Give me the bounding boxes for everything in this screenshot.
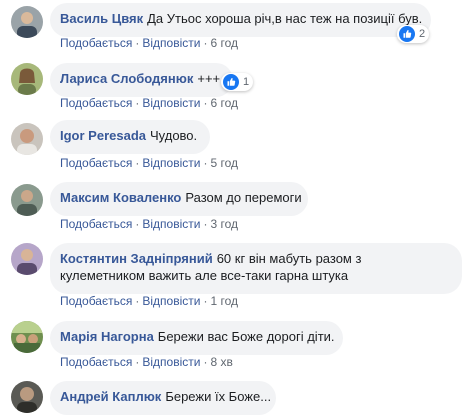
comment-timestamp[interactable]: 3 год [210,217,238,231]
separator-dot: · [203,36,208,50]
comment-timestamp[interactable]: 6 год [210,96,238,110]
separator-dot: · [135,96,140,110]
comment-text: Разом до перемоги [185,190,302,205]
like-link[interactable]: Подобається [60,36,132,50]
avatar[interactable] [11,321,43,353]
separator-dot: · [135,36,140,50]
comment-timestamp[interactable]: 8 хв [210,355,232,369]
like-link[interactable]: Подобається [60,217,132,231]
comment-author[interactable]: Костянтин Задніпряний [60,251,213,266]
comment-actions: Подобається · Відповісти · 3 год [60,217,238,231]
reply-link[interactable]: Відповісти [142,355,200,369]
comment-bubble: Андрей Каплюк Бережи їх Боже... [50,381,276,415]
separator-dot: · [135,355,140,369]
comment-author[interactable]: Максим Коваленко [60,190,181,205]
comment-text: Да Утьос хороша річ,в нас теж на позиції… [147,11,423,26]
comment-actions: Подобається · Відповісти · 6 год [60,36,238,50]
comment-actions: Подобається · Відповісти · 5 год [60,156,238,170]
avatar[interactable] [11,381,43,413]
comment-bubble: Костянтин Задніпряний 60 кг він мабуть ра… [50,243,462,294]
thumbs-up-icon [399,26,415,42]
reply-link[interactable]: Відповісти [142,156,200,170]
comment-author[interactable]: Марія Нагорна [60,329,154,344]
thumbs-up-icon [223,74,239,90]
reaction-count[interactable]: 1 [221,73,254,91]
comment-text: Чудово. [150,128,198,143]
comment-text: Бережи їх Боже... [165,389,272,404]
separator-dot: · [203,294,208,308]
avatar[interactable] [11,243,43,275]
separator-dot: · [203,156,208,170]
comment-bubble: Максим Коваленко Разом до перемоги [50,182,308,216]
comment-author[interactable]: Андрей Каплюк [60,389,161,404]
comment-author[interactable]: Igor Peresada [60,128,146,143]
reaction-count[interactable]: 2 [397,25,430,43]
comment-bubble: Марія Нагорна Бережи вас Боже дорогі діти… [50,321,343,355]
like-link[interactable]: Подобається [60,294,132,308]
like-link[interactable]: Подобається [60,156,132,170]
reply-link[interactable]: Відповісти [142,217,200,231]
comment-author[interactable]: Василь Цвяк [60,11,143,26]
reply-link[interactable]: Відповісти [142,96,200,110]
comment-timestamp[interactable]: 5 год [210,156,238,170]
comment-author[interactable]: Лариса Слободянюк [60,71,193,86]
comment-text: +++ [197,71,221,86]
like-link[interactable]: Подобається [60,355,132,369]
comment-actions: Подобається · Відповісти · 8 хв [60,355,233,369]
comment-bubble: Igor Peresada Чудово. [50,120,210,154]
comment-bubble: Лариса Слободянюк +++ [50,63,233,97]
reply-link[interactable]: Відповісти [142,294,200,308]
avatar[interactable] [11,123,43,155]
comment-timestamp[interactable]: 1 год [210,294,238,308]
separator-dot: · [203,217,208,231]
comment-timestamp[interactable]: 6 год [210,36,238,50]
avatar[interactable] [11,63,43,95]
comment-actions: Подобається · Відповісти · 1 год [60,294,238,308]
comment-text: Бережи вас Боже дорогі діти. [157,329,335,344]
separator-dot: · [203,96,208,110]
comment-bubble: Василь Цвяк Да Утьос хороша річ,в нас теж… [50,3,431,37]
separator-dot: · [203,355,208,369]
reply-link[interactable]: Відповісти [142,36,200,50]
separator-dot: · [135,217,140,231]
comment-actions: Подобається · Відповісти · 6 год [60,96,238,110]
separator-dot: · [135,294,140,308]
separator-dot: · [135,156,140,170]
avatar[interactable] [11,6,43,38]
like-link[interactable]: Подобається [60,96,132,110]
avatar[interactable] [11,184,43,216]
